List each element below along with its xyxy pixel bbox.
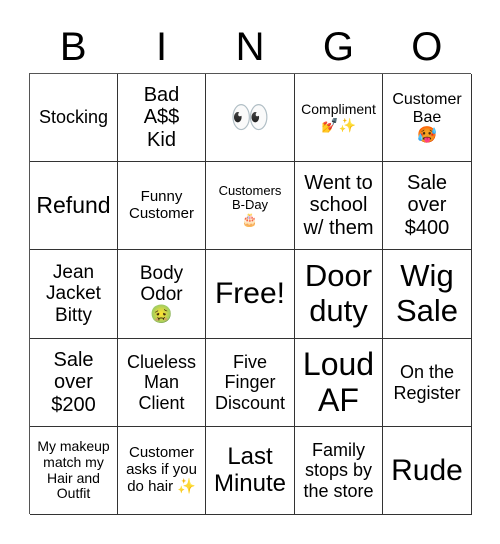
bingo-cell[interactable]: Door duty xyxy=(295,250,383,339)
bingo-cell[interactable]: Five Finger Discount xyxy=(206,339,295,427)
cell-text: My makeup match my Hair and Outfit xyxy=(37,438,110,502)
bingo-cell[interactable]: Refund xyxy=(30,162,118,250)
birthday-cake-icon: 🎂 xyxy=(241,211,259,227)
sparkles-icon: ✨ xyxy=(177,477,196,495)
cell-text: On the Register xyxy=(393,362,461,403)
bingo-cell[interactable]: Sale over $200 xyxy=(30,339,118,427)
cell-text: Refund xyxy=(36,191,111,218)
bingo-cell[interactable]: Compliment 💅✨ xyxy=(295,74,383,162)
nauseated-face-icon: 🤢 xyxy=(150,304,173,325)
bingo-cell[interactable]: Customer Bae 🥵 xyxy=(383,74,472,162)
free-space: Free! xyxy=(214,277,286,311)
bingo-cell[interactable]: Funny Customer xyxy=(118,162,206,250)
bingo-cell[interactable]: On the Register xyxy=(383,339,472,427)
cell-text: Customer Bae xyxy=(392,90,462,126)
cell-text: Stocking xyxy=(38,107,109,128)
bingo-cell[interactable]: Customers B-Day 🎂 xyxy=(206,162,295,250)
header-letter-g: G xyxy=(322,25,354,69)
bingo-header: B I N G O xyxy=(29,22,471,72)
cell-text: Five Finger Discount xyxy=(214,352,286,413)
header-letter-n: N xyxy=(235,25,265,69)
bingo-cell[interactable]: Rude xyxy=(383,427,472,515)
header-letter-b: B xyxy=(59,25,87,69)
cell-text: Funny Customer xyxy=(129,187,195,222)
header-letter-o: O xyxy=(411,25,443,69)
nail-polish-sparkles-icon: 💅✨ xyxy=(321,116,356,133)
cell-text: Last Minute xyxy=(213,442,287,497)
cell-text: Jean Jacket Bitty xyxy=(46,262,101,326)
bingo-board: Stocking Bad A$$ Kid 👀 Compliment 💅✨ Cus… xyxy=(29,73,472,515)
bingo-cell[interactable]: Customer asks if you do hair ✨ xyxy=(118,427,206,515)
eyes-icon: 👀 xyxy=(230,98,270,135)
cell-text: Compliment xyxy=(301,100,376,117)
bingo-cell[interactable]: My makeup match my Hair and Outfit xyxy=(30,427,118,515)
bingo-cell[interactable]: Wig Sale xyxy=(383,250,472,339)
cell-text: Body Odor xyxy=(139,262,184,306)
cell-text: Loud AF xyxy=(302,345,375,418)
bingo-cell[interactable]: Body Odor 🤢 xyxy=(118,250,206,339)
cell-text: Rude xyxy=(391,453,463,487)
bingo-cell[interactable]: Jean Jacket Bitty xyxy=(30,250,118,339)
bingo-cell[interactable]: Last Minute xyxy=(206,427,295,515)
cell-text: Bad A$$ Kid xyxy=(143,83,180,151)
cell-text: Clueless Man Client xyxy=(126,352,197,413)
bingo-cell[interactable]: Clueless Man Client xyxy=(118,339,206,427)
cell-text: Sale over $200 xyxy=(51,348,96,416)
bingo-cell[interactable]: 👀 xyxy=(206,74,295,162)
cell-text: Customers B-Day xyxy=(218,182,282,213)
cell-text: Went to school w/ them xyxy=(303,171,374,239)
bingo-cell[interactable]: Stocking xyxy=(30,74,118,162)
cell-text-wrap: Customer asks if you do hair ✨ xyxy=(124,444,199,495)
cell-text: Wig Sale xyxy=(395,258,459,328)
header-letter-i: I xyxy=(156,25,168,69)
cell-text: Sale over $400 xyxy=(404,171,450,239)
cell-text: Family stops by the store xyxy=(303,440,374,501)
bingo-cell[interactable]: Free! xyxy=(206,250,295,339)
bingo-cell[interactable]: Family stops by the store xyxy=(295,427,383,515)
cell-text: Door duty xyxy=(304,258,373,328)
bingo-cell[interactable]: Sale over $400 xyxy=(383,162,472,250)
hot-face-icon: 🥵 xyxy=(417,126,437,144)
bingo-cell[interactable]: Loud AF xyxy=(295,339,383,427)
bingo-cell[interactable]: Went to school w/ them xyxy=(295,162,383,250)
bingo-cell[interactable]: Bad A$$ Kid xyxy=(118,74,206,162)
